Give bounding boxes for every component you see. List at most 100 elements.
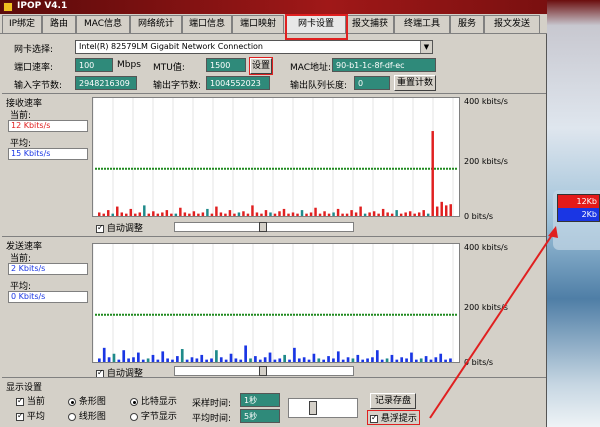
rate-bar [283,354,286,362]
rate-bar [431,131,434,216]
time-slider[interactable] [288,398,358,418]
rate-bar [444,359,447,362]
queue-label: 输出队列长度: [290,81,348,91]
bar-chart-radio[interactable] [68,397,76,406]
rate-bar [359,206,362,216]
rate-bar [314,207,317,216]
rate-bar [201,212,205,216]
tab-port-info[interactable]: 端口信息 [182,15,232,33]
rate-bar [278,358,282,362]
ipop-window: IPOP V4.1 IP绑定 路由 MAC信息 网络统计 端口信息 端口映射 网… [0,0,547,427]
bar-chart-option[interactable]: 条形图 [68,394,106,407]
rate-bar [351,358,355,362]
rate-bar [399,213,403,216]
rate-bar [137,352,140,362]
rate-bar [273,359,277,362]
rate-bar [327,213,331,216]
send-current-value: 2 Kbits/s [8,263,88,275]
rate-bar [246,213,250,216]
chevron-down-icon[interactable]: ▼ [420,41,432,53]
save-record-button[interactable]: 记录存盘 [370,393,416,409]
nic-select[interactable]: Intel(R) 82579LM Gigabit Network Connect… [75,40,433,54]
rate-bar [166,358,169,362]
tab-terminal-tools[interactable]: 终端工具 [394,15,450,33]
rate-bar [426,213,430,216]
rate-bar [134,213,137,216]
reset-count-button[interactable]: 重置计数 [394,75,436,91]
send-scroll-slider[interactable] [174,366,354,376]
floating-rate-panel[interactable]: 12Kb 2Kb [557,194,600,222]
rate-bar [141,359,145,362]
rate-bar [413,213,416,216]
float-tip-checkbox[interactable] [370,413,378,423]
rate-bar [183,212,187,216]
rate-bar [185,359,189,362]
receive-auto-checkbox[interactable] [96,223,104,233]
tab-packet-send[interactable]: 报文发送 [484,15,540,33]
time-slider-thumb[interactable] [309,401,317,415]
rate-bar [151,354,155,362]
byte-display-option[interactable]: 字节显示 [130,409,177,422]
tab-mac-info[interactable]: MAC信息 [76,15,130,33]
show-avg-label: 平均 [26,412,45,422]
rate-bar [363,213,367,216]
nic-select-label: 网卡选择: [14,45,54,55]
sample-time-field[interactable]: 1秒 [240,393,280,407]
rate-bar [429,359,433,362]
send-slider-thumb[interactable] [259,366,267,376]
send-avg-value: 0 Kbits/s [8,291,88,303]
rate-bar [129,208,133,216]
rate-bar [300,210,304,216]
line-chart-radio[interactable] [68,412,76,421]
rate-bar [239,359,243,362]
byte-display-radio[interactable] [130,412,138,421]
rate-bar [312,353,316,362]
tab-port-map[interactable]: 端口映射 [232,15,284,33]
set-button[interactable]: 设置 [249,57,273,75]
rate-bar [161,351,165,362]
bit-display-radio[interactable] [130,397,138,406]
receive-axis-bottom: 0 bits/s [464,212,494,221]
rate-bar [424,356,428,362]
receive-auto-adjust[interactable]: 自动调整 [96,221,143,234]
rate-bar [219,357,223,362]
receive-current-value: 12 Kbits/s [8,120,88,132]
avg-time-field[interactable]: 5秒 [240,409,280,423]
speed-field[interactable]: 100 [75,58,113,72]
rate-bar [278,211,281,216]
avg-time-label: 平均时间: [192,414,232,424]
rate-bar [264,210,268,216]
show-current-option[interactable]: 当前 [16,394,45,407]
show-current-checkbox[interactable] [16,396,24,406]
receive-graph [92,97,460,217]
show-avg-option[interactable]: 平均 [16,409,45,422]
rate-bar [255,212,259,216]
float-tip-option[interactable]: 悬浮提示 [367,410,420,425]
line-chart-option[interactable]: 线形图 [68,409,106,422]
show-avg-checkbox[interactable] [16,411,24,421]
bit-display-option[interactable]: 比特显示 [130,394,177,407]
tab-ip-bind[interactable]: IP绑定 [2,15,42,33]
mac-field[interactable]: 90-b1-1c-8f-df-ec [332,58,436,72]
rate-bar [125,213,128,216]
bar-chart-label: 条形图 [78,397,106,407]
rate-bar [98,212,101,216]
rate-bar [282,208,286,216]
tab-net-stats[interactable]: 网络统计 [130,15,182,33]
receive-slider-thumb[interactable] [259,222,267,232]
rate-bar [449,204,452,216]
mtu-field[interactable]: 1500 [206,58,246,72]
receive-scroll-slider[interactable] [174,222,354,232]
rate-bar [237,212,241,216]
rate-bar [336,208,340,216]
tab-route[interactable]: 路由 [42,15,76,33]
title-bar[interactable]: IPOP V4.1 [0,0,547,14]
rate-bar [98,358,101,362]
rate-bar [440,201,443,216]
tab-packet-capture[interactable]: 报文捕获 [346,15,394,33]
rate-bar [410,352,413,362]
tab-services[interactable]: 服务 [450,15,484,33]
rate-bar [419,358,423,362]
rate-bar [254,356,257,362]
window-title: IPOP V4.1 [17,1,68,11]
